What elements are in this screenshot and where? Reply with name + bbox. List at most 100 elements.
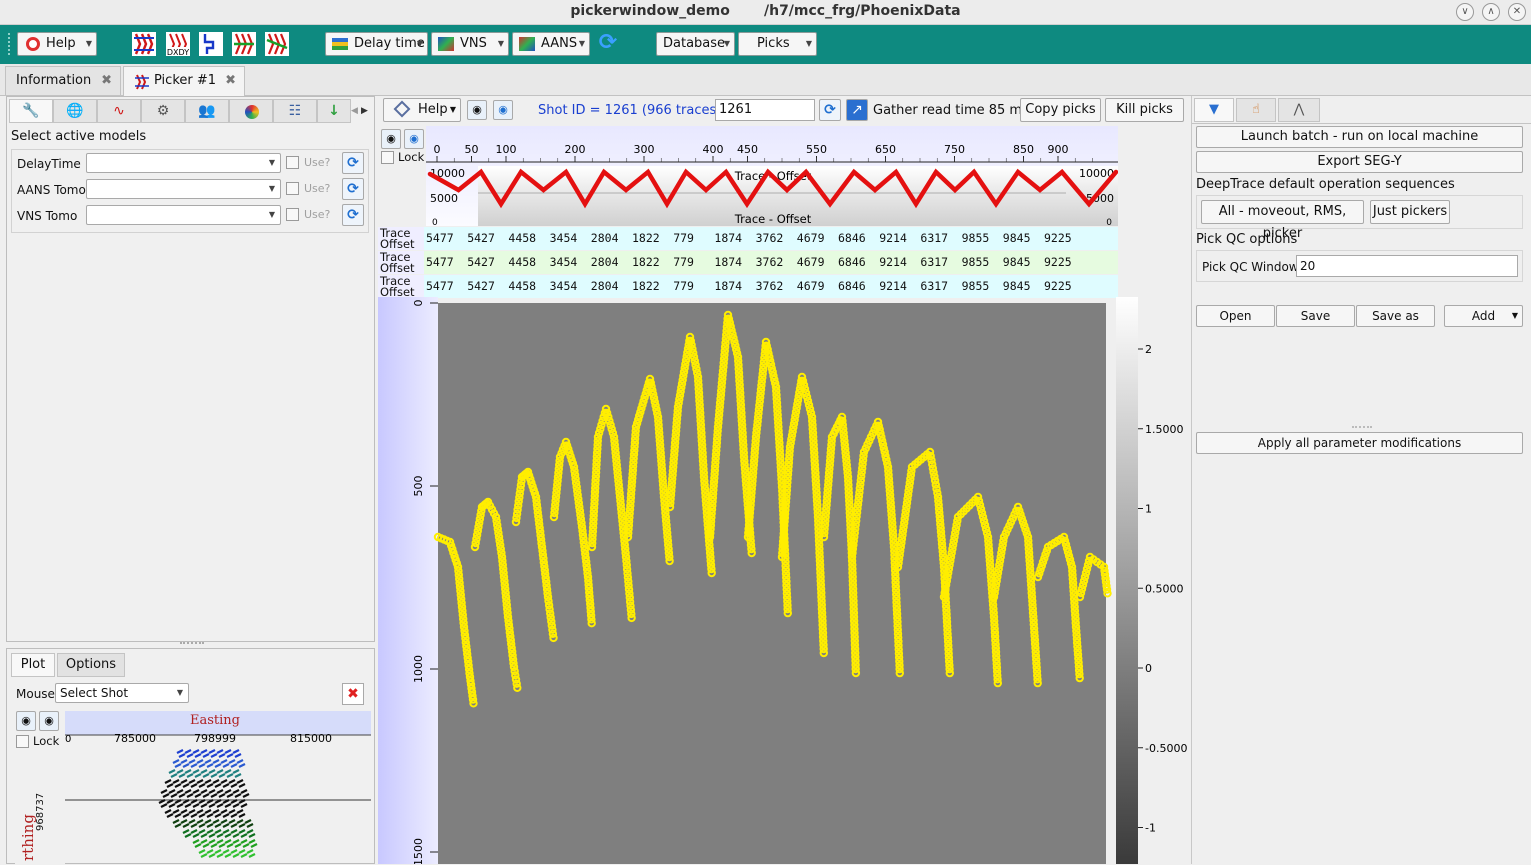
picker-view: Help ▼ ◉ ◉ Shot ID = 1261 (966 traces) 1… [378,96,1190,864]
scroll-left-icon[interactable]: ◀ [351,99,361,123]
shot-map[interactable]: Easting 0 785000 798999 815000 [65,711,371,863]
shot-location [240,789,248,794]
shot-location [230,763,238,768]
splitter-handle[interactable] [1352,426,1372,428]
tab-tools[interactable]: 🔧 [9,99,53,123]
help-menu-button[interactable]: Help ▼ [17,32,97,56]
save-button[interactable]: Save [1276,305,1355,327]
trace-header-overview[interactable]: 0 50 100 200 300 400 450 550 650 750 850 900 Trace … [426,126,1118,226]
map-lock-checkbox[interactable] [16,735,29,748]
shot-location [206,763,214,768]
tab-plot-label: Plot [20,657,46,672]
shot-location [200,839,208,844]
delaytime-model-select[interactable]: ▼ [86,153,281,173]
tab-pointer[interactable]: ☝ [1236,98,1276,122]
picker-help-button[interactable]: Help ▼ [383,98,461,122]
trace-picks-icon[interactable] [265,32,289,56]
copy-picks-button[interactable]: Copy picks [1020,98,1101,122]
close-plot-button[interactable]: ✖ [342,683,364,705]
tab-traces[interactable]: ∿ [97,99,141,123]
tab-network[interactable]: ☷ [273,99,317,123]
minimize-icon[interactable]: ∨ [1456,3,1474,21]
maximize-icon[interactable]: ∧ [1482,3,1500,21]
camera-icon[interactable]: ◉ [467,100,487,120]
tab-options[interactable]: Options [57,653,125,677]
tab-download[interactable]: ↓ [317,99,351,123]
shot-location [248,853,256,858]
header-value: 3454 [549,279,578,293]
add-menu-button[interactable]: Add ▼ [1444,305,1523,327]
header-value: 3454 [549,255,578,269]
save-as-button[interactable]: Save as [1356,305,1435,327]
mouse-mode-select[interactable]: Select Shot ▼ [55,683,189,703]
aans-tomo-use-checkbox[interactable] [286,182,299,195]
tab-settings[interactable]: ⚙ [141,99,185,123]
apply-all-button[interactable]: Apply all parameter modifications [1196,432,1523,454]
close-window-icon[interactable]: ✕ [1508,3,1526,21]
tab-spectrum[interactable]: ⋀ [1278,98,1320,122]
shot-location [210,843,218,848]
cube-icon [438,37,454,51]
camera-icon[interactable]: ◉ [16,711,36,731]
tab-users[interactable]: 👥 [185,99,229,123]
close-tab-icon[interactable]: ✖ [225,67,236,95]
pick-qc-window-input[interactable]: 20 [1296,255,1518,277]
shot-id-input[interactable]: 1261 [715,99,815,121]
picks-menu-button[interactable]: Picks ▼ [738,32,817,56]
delaytime-refresh-button[interactable]: ⟳ [342,152,364,174]
tab-information-label: Information [16,73,92,88]
open-button[interactable]: Open [1196,305,1275,327]
delaytime-use-checkbox[interactable] [286,156,299,169]
trace-axis-label: 0 [434,143,441,156]
shot-location [180,759,188,764]
shot-location [236,759,244,764]
snapshot-icon[interactable]: ◉ [404,129,424,149]
shot-location [174,813,182,818]
snapshot-icon[interactable]: ◉ [493,100,513,120]
tab-globe[interactable]: 🌐 [53,99,97,123]
chevron-down-icon: ▼ [85,39,92,48]
tab-information[interactable]: Information ✖ [5,66,121,95]
tab-color[interactable] [229,99,273,123]
aans-menu-button[interactable]: AANS ▼ [512,32,590,56]
splitter-handle[interactable] [180,642,204,647]
scroll-right-icon[interactable]: ▶ [361,99,373,123]
aans-tomo-refresh-button[interactable]: ⟳ [342,178,364,200]
launch-batch-button[interactable]: Launch batch - run on local machine [1196,126,1523,148]
vns-tomo-use-checkbox[interactable] [286,208,299,221]
trace-compare-icon[interactable] [232,32,256,56]
vns-tomo-refresh-button[interactable]: ⟳ [342,204,364,226]
shot-location [202,843,210,848]
tab-plot[interactable]: Plot [11,653,55,677]
cube-icon [519,37,535,51]
tab-picker[interactable]: Picker #1 ✖ [123,66,245,96]
shot-location [226,793,234,798]
section-title: Select active models [11,129,147,144]
refresh-icon[interactable]: ⟳ [595,31,621,57]
vns-menu-button[interactable]: VNS ▼ [431,32,509,56]
export-segy-button[interactable]: Export SEG-Y [1196,151,1523,173]
database-menu-button[interactable]: Database ▼ [656,32,735,56]
snapshot-icon[interactable]: ◉ [39,711,59,731]
gather-plot[interactable]: 0 500 1000 1500 2 1.5000 1 0.5000 0 -0.5000 -1 [378,297,1190,864]
network-icon: ☷ [288,103,302,119]
go-arrow-icon[interactable]: ↗ [846,99,868,121]
delay-time-menu-button[interactable]: Delay time ▼ [325,32,428,56]
statics-icon[interactable] [199,32,223,56]
sequence-pickers-button[interactable]: Just pickers [1370,200,1450,224]
camera-icon[interactable]: ◉ [381,129,401,149]
dxdy-icon[interactable]: DXDY [166,32,190,56]
vns-tomo-model-select[interactable]: ▼ [86,205,281,225]
tab-filter[interactable]: ▼ [1194,98,1234,122]
shot-location [230,823,238,828]
aans-tomo-model-select[interactable]: ▼ [86,179,281,199]
header-value: 1822 [632,231,660,245]
kill-picks-button[interactable]: Kill picks [1105,98,1184,122]
lock-checkbox[interactable] [381,151,394,164]
close-tab-icon[interactable]: ✖ [101,67,112,95]
trace-display-icon[interactable] [132,32,156,56]
header-row: Trace Offset 5477 5427 4458 3454 2804 1822 779 18… [378,251,1118,274]
sequence-all-button[interactable]: All - moveout, RMS, picker [1201,200,1364,241]
reload-shot-button[interactable]: ⟳ [819,99,841,121]
shot-location [184,833,192,838]
